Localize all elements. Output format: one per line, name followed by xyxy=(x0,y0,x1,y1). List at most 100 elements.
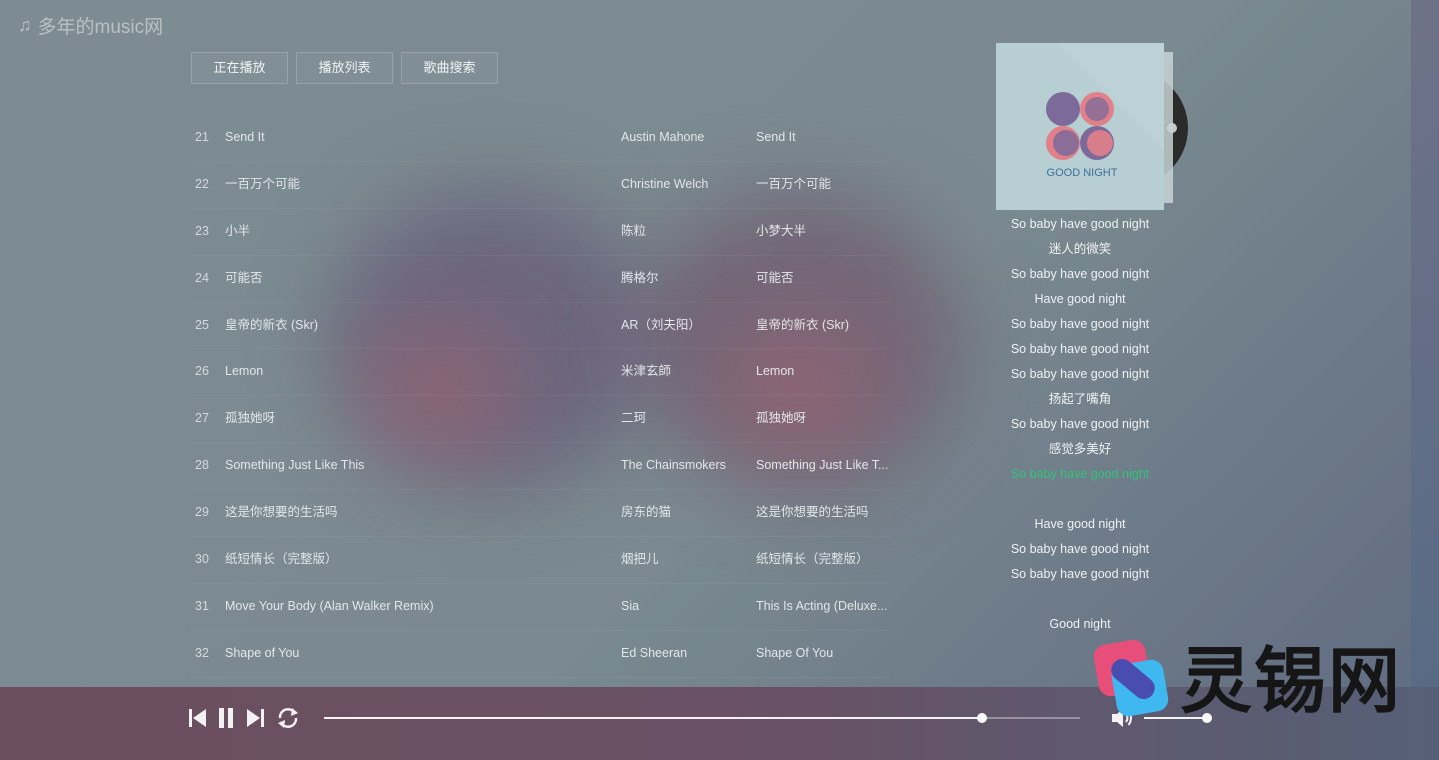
lyric-line: So baby have good night xyxy=(1010,217,1150,231)
album-cover-text: GOOD NIGHT xyxy=(1047,167,1118,179)
song-title: Lemon xyxy=(225,364,264,379)
song-artist: 腾格尔 xyxy=(621,270,659,285)
prev-icon xyxy=(188,707,208,729)
album-cover: GOOD NIGHT xyxy=(996,43,1164,210)
music-note-icon: ♫ xyxy=(18,15,32,35)
lyric-line-active: So baby have good night xyxy=(1010,467,1150,481)
song-artist: Christine Welch xyxy=(621,176,709,191)
loop-icon xyxy=(276,707,300,729)
song-album: 孤独她呀 xyxy=(756,411,807,426)
song-number: 29 xyxy=(195,505,209,520)
watermark-text: 灵锡网 xyxy=(1180,639,1403,723)
song-album: 纸短情长（完整版） xyxy=(756,552,869,567)
right-edge-panel xyxy=(1411,0,1439,690)
song-artist: Austin Mahone xyxy=(621,130,705,144)
song-album: 可能否 xyxy=(756,270,794,285)
song-title: 可能否 xyxy=(225,270,263,285)
site-watermark: 灵锡网 xyxy=(1090,636,1410,726)
lyric-line: So baby have good night xyxy=(1010,542,1150,556)
tab-search[interactable]: 歌曲搜索 xyxy=(401,52,498,84)
loop-button[interactable] xyxy=(276,707,300,729)
song-number: 32 xyxy=(195,645,209,660)
song-number: 30 xyxy=(195,552,209,567)
next-icon xyxy=(245,707,265,729)
song-row[interactable]: 32 Shape of You Ed Sheeran Shape Of You xyxy=(191,631,891,678)
song-artist: 房东的猫 xyxy=(621,505,672,520)
song-number: 26 xyxy=(195,364,209,379)
song-artist: 烟把儿 xyxy=(621,552,659,567)
lyric-line: So baby have good night xyxy=(1010,367,1150,381)
pause-button[interactable] xyxy=(217,707,235,729)
watermark-logo-icon xyxy=(1090,636,1172,727)
lyric-line: 感觉多美好 xyxy=(1048,442,1112,456)
song-row[interactable]: 23 小半 陈粒 小梦大半 xyxy=(191,209,891,256)
song-row[interactable]: 27 孤独她呀 二珂 孤独她呀 xyxy=(191,396,891,444)
song-artist: 米津玄師 xyxy=(621,364,672,379)
song-album: 一百万个可能 xyxy=(756,176,832,191)
song-title: Move Your Body (Alan Walker Remix) xyxy=(225,598,434,613)
lyrics-panel[interactable]: So baby have good night 迷人的微笑 So baby have… xyxy=(995,212,1165,632)
song-title: Something Just Like This xyxy=(225,458,365,473)
song-row[interactable]: 25 皇帝的新衣 (Skr) AR（刘夫阳） 皇帝的新衣 (Skr) xyxy=(191,303,891,350)
song-list: 21 Send It Austin Mahone Send It 22 一百万个可能 Chr… xyxy=(191,115,891,678)
lyric-line: Good night xyxy=(1049,617,1111,631)
song-album: 这是你想要的生活吗 xyxy=(756,505,869,520)
lyric-line: So baby have good night xyxy=(1010,267,1150,281)
lyric-line: So baby have good night xyxy=(1010,417,1150,431)
song-number: 22 xyxy=(195,176,209,191)
song-row[interactable]: 26 Lemon 米津玄師 Lemon xyxy=(191,349,891,397)
song-title: 这是你想要的生活吗 xyxy=(225,505,338,520)
prev-button[interactable] xyxy=(188,707,208,729)
song-row[interactable]: 22 一百万个可能 Christine Welch 一百万个可能 xyxy=(191,162,891,209)
lyric-line xyxy=(995,487,1165,512)
song-title: Shape of You xyxy=(225,645,300,660)
song-row[interactable]: 29 这是你想要的生活吗 房东的猫 这是你想要的生活吗 xyxy=(191,490,891,538)
brand-title: 多年的music网 xyxy=(37,17,164,38)
lyric-line: So baby have good night xyxy=(1010,567,1150,581)
lyric-line: 迷人的微笑 xyxy=(1048,242,1112,256)
tab-playlist[interactable]: 播放列表 xyxy=(296,52,393,84)
song-number: 21 xyxy=(195,130,209,144)
progress-handle[interactable] xyxy=(976,713,987,723)
song-row[interactable]: 24 可能否 腾格尔 可能否 xyxy=(191,256,891,303)
song-artist: AR（刘夫阳） xyxy=(621,317,701,332)
tab-bar: 正在播放 播放列表 歌曲搜索 xyxy=(191,52,498,84)
next-button[interactable] xyxy=(245,707,265,729)
song-artist: Ed Sheeran xyxy=(621,645,688,660)
song-title: 孤独她呀 xyxy=(225,411,276,426)
song-artist: 二珂 xyxy=(621,411,647,426)
song-number: 27 xyxy=(195,411,209,426)
song-album: Lemon xyxy=(756,364,795,379)
song-row[interactable]: 28 Something Just Like This The Chainsmoke… xyxy=(191,443,891,491)
song-number: 23 xyxy=(195,223,209,238)
song-album: Send It xyxy=(756,130,796,144)
song-artist: The Chainsmokers xyxy=(621,458,726,473)
song-number: 28 xyxy=(195,458,209,473)
lyric-line: So baby have good night xyxy=(1010,342,1150,356)
lyric-line: 扬起了嘴角 xyxy=(1048,392,1112,406)
lyric-line: So baby have good night xyxy=(1010,317,1150,331)
song-album: This Is Acting (Deluxe... xyxy=(756,598,888,613)
song-row[interactable]: 21 Send It Austin Mahone Send It xyxy=(191,115,891,162)
song-album: Something Just Like T... xyxy=(756,458,889,473)
progress-fill xyxy=(324,717,982,719)
song-artist: 陈粒 xyxy=(621,223,647,238)
song-title: Send It xyxy=(225,130,265,144)
lyric-line xyxy=(995,587,1165,612)
song-row[interactable]: 31 Move Your Body (Alan Walker Remix) Sia T… xyxy=(191,584,891,631)
song-number: 31 xyxy=(195,598,209,613)
song-artist: Sia xyxy=(621,598,640,613)
song-number: 25 xyxy=(195,317,209,332)
song-album: 皇帝的新衣 (Skr) xyxy=(756,317,850,332)
tab-now-playing[interactable]: 正在播放 xyxy=(191,52,288,84)
lyric-line: Have good night xyxy=(1034,517,1126,531)
song-album: Shape Of You xyxy=(756,645,834,660)
progress-bar[interactable] xyxy=(324,713,1080,723)
lyric-line: Have good night xyxy=(1034,292,1126,306)
song-title: 一百万个可能 xyxy=(225,176,301,191)
brand-logo[interactable]: ♫ 多年的music网 xyxy=(18,12,163,39)
song-row[interactable]: 30 纸短情长（完整版） 烟把儿 纸短情长（完整版） xyxy=(191,537,891,584)
pause-icon xyxy=(217,707,235,729)
song-title: 纸短情长（完整版） xyxy=(225,552,338,567)
song-title: 小半 xyxy=(225,223,251,238)
